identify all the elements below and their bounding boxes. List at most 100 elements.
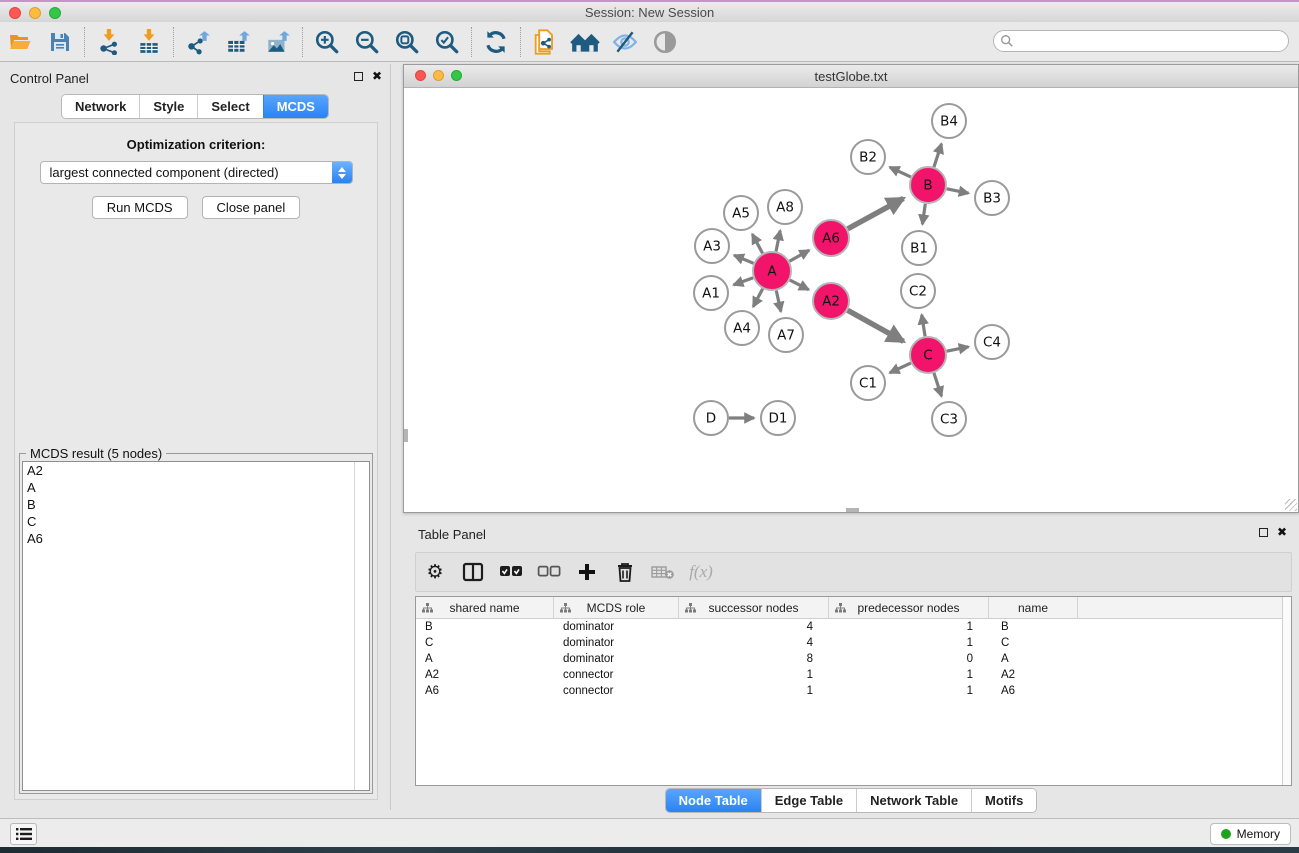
node-B4[interactable]: B4 [932, 104, 966, 138]
column-header-successor-nodes[interactable]: successor nodes [679, 597, 829, 618]
node-A8[interactable]: A8 [768, 190, 802, 224]
network-minimize-button[interactable] [433, 70, 444, 81]
horizontal-scroll-thumb[interactable] [846, 508, 859, 512]
function-builder-icon[interactable]: f(x) [682, 556, 720, 588]
result-item[interactable]: A2 [23, 462, 369, 479]
table-scrollbar[interactable] [1282, 597, 1291, 785]
tab-style[interactable]: Style [139, 95, 197, 118]
result-scrollbar[interactable] [354, 462, 355, 790]
criterion-select[interactable]: largest connected component (directed) [40, 161, 353, 184]
cell-name[interactable]: A6 [989, 685, 1078, 697]
node-C4[interactable]: C4 [975, 325, 1009, 359]
cell-shared-name[interactable]: B [416, 621, 554, 633]
zoom-selected-icon[interactable] [427, 25, 467, 59]
node-A3[interactable]: A3 [695, 229, 729, 263]
node-A1[interactable]: A1 [694, 276, 728, 310]
node-C[interactable]: C [910, 337, 946, 373]
task-history-button[interactable] [10, 823, 37, 845]
node-B[interactable]: B [910, 167, 946, 203]
node-table[interactable]: shared nameMCDS rolesuccessor nodesprede… [415, 596, 1292, 786]
table-settings-gear-icon[interactable]: ⚙ [416, 556, 454, 588]
import-table-icon[interactable] [129, 25, 169, 59]
edge-C-C2[interactable] [922, 315, 925, 337]
cell-name[interactable]: A [989, 653, 1078, 665]
node-B1[interactable]: B1 [902, 231, 936, 265]
delete-table-icon[interactable] [644, 556, 682, 588]
edge-B-B3[interactable] [947, 189, 969, 193]
edge-B-B4[interactable] [934, 144, 942, 167]
column-header-predecessor-nodes[interactable]: predecessor nodes [829, 597, 989, 618]
node-D1[interactable]: D1 [761, 401, 795, 435]
node-C3[interactable]: C3 [932, 402, 966, 436]
node-A4[interactable]: A4 [725, 311, 759, 345]
table-row[interactable]: Bdominator41B [416, 619, 1291, 635]
tab-mcds[interactable]: MCDS [263, 95, 328, 118]
zoom-window-button[interactable] [49, 7, 61, 19]
home-icon[interactable] [565, 25, 605, 59]
zoom-fit-icon[interactable] [387, 25, 427, 59]
node-A5[interactable]: A5 [724, 196, 758, 230]
close-table-panel-icon[interactable]: ✖ [1277, 527, 1287, 537]
cell-successor-nodes[interactable]: 1 [679, 685, 829, 697]
node-D[interactable]: D [694, 401, 728, 435]
table-row[interactable]: Adominator80A [416, 651, 1291, 667]
cell-successor-nodes[interactable]: 4 [679, 621, 829, 633]
cell-predecessor-nodes[interactable]: 1 [829, 637, 989, 649]
cell-MCDS-role[interactable]: connector [554, 669, 679, 681]
table-tab-network-table[interactable]: Network Table [856, 789, 971, 812]
delete-column-trash-icon[interactable] [606, 556, 644, 588]
cell-MCDS-role[interactable]: dominator [554, 653, 679, 665]
result-item[interactable]: A6 [23, 530, 369, 547]
cell-name[interactable]: C [989, 637, 1078, 649]
cell-successor-nodes[interactable]: 4 [679, 637, 829, 649]
network-window-titlebar[interactable]: testGlobe.txt [404, 65, 1298, 88]
edge-C-C4[interactable] [947, 347, 969, 351]
refresh-icon[interactable] [476, 25, 516, 59]
column-header-name[interactable]: name [989, 597, 1078, 618]
node-B3[interactable]: B3 [975, 181, 1009, 215]
cell-shared-name[interactable]: A2 [416, 669, 554, 681]
memory-button[interactable]: Memory [1210, 823, 1291, 845]
run-mcds-button[interactable]: Run MCDS [92, 196, 188, 219]
cell-predecessor-nodes[interactable]: 1 [829, 685, 989, 697]
close-panel-button[interactable]: Close panel [202, 196, 301, 219]
zoom-out-icon[interactable] [347, 25, 387, 59]
network-canvas[interactable]: AA6A2BCA5A8A3A1A4A7B4B2B3B1C2C4C1C3DD1 [404, 88, 1298, 512]
resize-grip[interactable] [1285, 499, 1297, 511]
close-panel-icon[interactable]: ✖ [372, 71, 382, 81]
table-row[interactable]: A6connector11A6 [416, 683, 1291, 699]
table-tab-edge-table[interactable]: Edge Table [761, 789, 856, 812]
search-input[interactable] [993, 30, 1289, 52]
float-table-panel-icon[interactable] [1259, 528, 1268, 537]
edge-A-A4[interactable] [753, 289, 763, 307]
node-C1[interactable]: C1 [851, 366, 885, 400]
node-A6[interactable]: A6 [813, 220, 849, 256]
network-zoom-button[interactable] [451, 70, 462, 81]
node-A2[interactable]: A2 [813, 283, 849, 319]
cell-successor-nodes[interactable]: 8 [679, 653, 829, 665]
zoom-in-icon[interactable] [307, 25, 347, 59]
open-folder-icon[interactable] [0, 25, 40, 59]
edge-A-A5[interactable] [752, 234, 762, 253]
export-image-icon[interactable] [258, 25, 298, 59]
add-column-icon[interactable] [568, 556, 606, 588]
edge-C-C1[interactable] [890, 363, 911, 373]
cell-MCDS-role[interactable]: dominator [554, 637, 679, 649]
result-item[interactable]: A [23, 479, 369, 496]
deselect-all-checkboxes-icon[interactable] [530, 556, 568, 588]
edge-B-B1[interactable] [922, 204, 925, 224]
node-A[interactable]: A [753, 252, 791, 290]
hide-graphics-details-icon[interactable] [605, 25, 645, 59]
edge-A6-B[interactable] [848, 198, 904, 228]
table-row[interactable]: A2connector11A2 [416, 667, 1291, 683]
edge-A-A3[interactable] [734, 255, 753, 263]
export-table-icon[interactable] [218, 25, 258, 59]
network-close-button[interactable] [415, 70, 426, 81]
column-header-shared-name[interactable]: shared name [416, 597, 554, 618]
network-graph[interactable]: AA6A2BCA5A8A3A1A4A7B4B2B3B1C2C4C1C3DD1 [404, 88, 1298, 512]
edge-A2-C[interactable] [848, 310, 904, 341]
cell-MCDS-role[interactable]: connector [554, 685, 679, 697]
import-network-icon[interactable] [89, 25, 129, 59]
column-header-MCDS-role[interactable]: MCDS role [554, 597, 679, 618]
cell-name[interactable]: A2 [989, 669, 1078, 681]
